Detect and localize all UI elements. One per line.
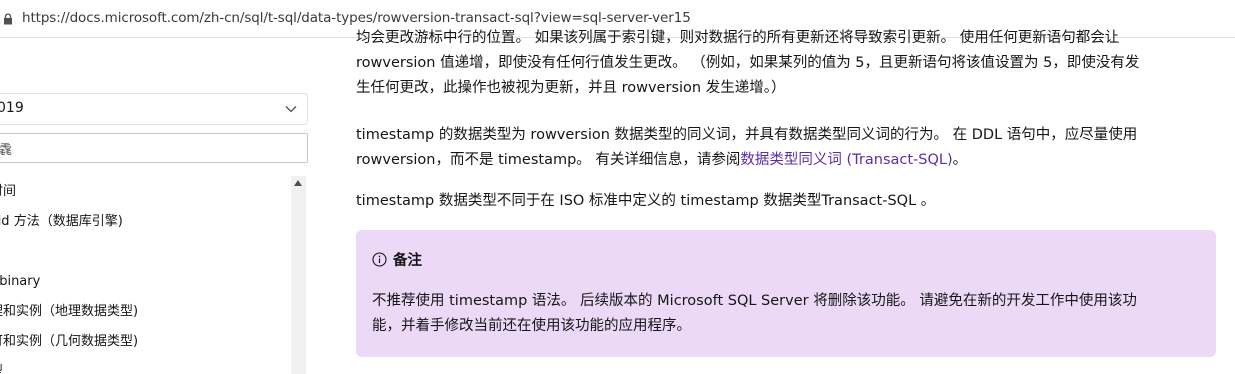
scroll-up-arrow-icon[interactable] xyxy=(294,180,302,186)
filter-by-title-input[interactable] xyxy=(0,133,308,163)
paragraph-timestamp-iso: timestamp 数据类型不同于在 ISO 标准中定义的 timestamp … xyxy=(356,193,936,209)
table-of-contents: 时间 yid 方法（数据库引擎) ≿ ] binary 理和实例（地理数据类型)… xyxy=(0,177,290,374)
toc-item[interactable]: yid 方法（数据库引擎) xyxy=(0,207,280,237)
info-icon xyxy=(372,252,387,267)
data-type-synonyms-link[interactable]: 数据类型同义词 (Transact-SQL) xyxy=(740,152,952,168)
paragraph-line: 生任何更改，此操作也被视为更新，并且 rowversion 发生递增。） xyxy=(356,80,786,96)
paragraph-line: 均会更改游标中行的位置。 如果该列属于索引键，则对数据行的所有更新还将导致索引更… xyxy=(356,30,1120,46)
paragraph-rowversion-update: 均会更改游标中行的位置。 如果该列属于索引键，则对数据行的所有更新还将导致索引更… xyxy=(356,26,1216,101)
note-line: 不推荐使用 timestamp 语法。 后续版本的 Microsoft SQL … xyxy=(372,293,1137,309)
version-selector-value: 019 xyxy=(0,100,24,116)
paragraph-timestamp-synonym: timestamp 的数据类型为 rowversion 数据类型的同义词，并具有… xyxy=(356,123,1216,173)
paragraph-text: 。 xyxy=(952,152,968,168)
paragraph-line: rowversion，而不是 timestamp。 有关详细信息，请参阅数据类型… xyxy=(356,148,1216,173)
toc-item[interactable]: ] binary xyxy=(0,267,280,297)
toc-item[interactable]: ≿ xyxy=(0,237,280,267)
url-text[interactable]: https://docs.microsoft.com/zh-cn/sql/t-s… xyxy=(22,10,691,26)
left-navigation: 019 时间 yid 方法（数据库引擎) ≿ ] binary 理和实例（地理数… xyxy=(0,39,320,374)
note-line: 能，并着手修改当前还在使用该功能的应用程序。 xyxy=(372,318,691,334)
version-selector[interactable]: 019 xyxy=(0,93,308,125)
paragraph-text: rowversion，而不是 timestamp。 有关详细信息，请参阅 xyxy=(356,152,741,168)
toc-item[interactable]: 型 xyxy=(0,357,280,374)
note-body: 不推荐使用 timestamp 语法。 后续版本的 Microsoft SQL … xyxy=(372,289,1202,339)
note-callout: 备注 不推荐使用 timestamp 语法。 后续版本的 Microsoft S… xyxy=(356,230,1216,357)
toc-scrollbar[interactable] xyxy=(291,176,306,374)
note-title: 备注 xyxy=(393,253,422,269)
paragraph-line: timestamp 的数据类型为 rowversion 数据类型的同义词，并具有… xyxy=(356,127,1138,143)
paragraph-line: rowversion 值递增，即使没有任何行值发生更改。 （例如，如果某列的值为… xyxy=(356,55,1140,71)
note-header: 备注 xyxy=(372,249,422,270)
toc-item[interactable]: 时间 xyxy=(0,177,280,207)
lock-icon xyxy=(4,13,12,25)
toc-item[interactable]: 理和实例（地理数据类型) xyxy=(0,297,280,327)
chevron-down-icon xyxy=(285,106,297,113)
toc-item[interactable]: 可和实例（几何数据类型) xyxy=(0,327,280,357)
